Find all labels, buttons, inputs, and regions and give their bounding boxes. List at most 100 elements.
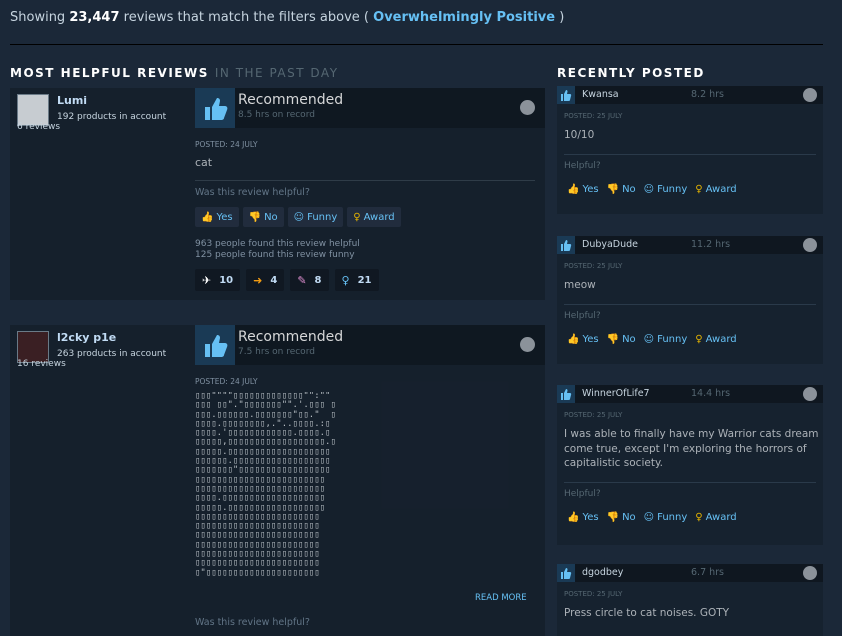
recent-review-header[interactable]: DubyaDude 11.2 hrs [557, 236, 823, 254]
awards-row: ✈ 10 ➜ 4 ✎ 8 ♀ 21 [195, 269, 379, 291]
recent-review-header[interactable]: WinnerOfLife7 14.4 hrs [557, 385, 823, 403]
no-button[interactable]: 👎 No [607, 184, 636, 195]
no-button[interactable]: 👎 No [607, 512, 636, 523]
yes-button[interactable]: 👍 Yes [567, 184, 599, 195]
vote-buttons: 👍 Yes 👎 No ☺ Funny ♀ Award [567, 184, 737, 195]
hours-on-record: 7.5 hrs on record [238, 347, 315, 357]
divider [564, 304, 816, 305]
no-label: No [264, 211, 278, 223]
read-more-link[interactable]: READ MORE [475, 593, 527, 603]
recent-hours: 14.4 hrs [691, 388, 731, 399]
author-name[interactable]: Lumi [57, 94, 87, 107]
section-subtitle: IN THE PAST DAY [214, 66, 339, 80]
posted-date: POSTED: 25 JULY [564, 112, 623, 120]
yes-button[interactable]: 👍 Yes [567, 512, 599, 523]
recent-review-header[interactable]: dgodbey 6.7 hrs [557, 564, 823, 582]
funny-label: Funny [657, 184, 688, 195]
award-label: Award [705, 512, 737, 523]
recent-review-card: DubyaDude 11.2 hrs POSTED: 25 JULY meow … [557, 236, 823, 364]
recent-review-card: WinnerOfLife7 14.4 hrs POSTED: 25 JULY I… [557, 385, 823, 545]
recent-review-card: Kwansa 8.2 hrs POSTED: 25 JULY 10/10 Hel… [557, 86, 823, 214]
no-button[interactable]: 👎 No [242, 207, 284, 227]
section-title: RECENTLY POSTED [557, 66, 705, 80]
recent-hours: 8.2 hrs [691, 89, 725, 100]
author-name[interactable]: l2cky p1e [57, 331, 116, 344]
review-text: cat [195, 156, 213, 169]
helpful-question: Was this review helpful? [195, 187, 310, 198]
award-count: 8 [314, 274, 322, 286]
award-icon: ♀ [353, 211, 361, 223]
vote-buttons: 👍 Yes 👎 No ☺ Funny ♀ Award [195, 207, 401, 227]
vote-buttons: 👍 Yes 👎 No ☺ Funny ♀ Award [567, 512, 737, 523]
products-count[interactable]: 263 products in account [57, 349, 166, 359]
thumbs-up-icon: 👍 [567, 334, 580, 345]
award-count: 10 [219, 274, 234, 286]
award-badge[interactable]: ➜ 4 [246, 269, 285, 291]
yes-button[interactable]: 👍 Yes [567, 334, 599, 345]
thumbs-down-icon: 👎 [606, 512, 620, 523]
thumbs-up-icon: 👍 [567, 184, 580, 195]
divider [10, 44, 823, 45]
ascii-art: ▯▯▯""""▯▯▯▯▯▯▯▯▯▯▯▯▯"":"" ▯▯▯ ▯▯"."▯▯▯▯▯… [195, 392, 336, 578]
recent-author-name[interactable]: dgodbey [582, 567, 623, 578]
funny-button[interactable]: ☺ Funny [287, 207, 344, 227]
thumbs-up-icon [557, 385, 575, 403]
thumbs-up-icon [557, 86, 575, 104]
thumbs-down-icon: 👎 [248, 211, 262, 223]
award-button[interactable]: ♀ Award [695, 512, 736, 523]
thumbs-down-icon: 👎 [606, 184, 620, 195]
award-button[interactable]: ♀ Award [695, 184, 736, 195]
funny-button[interactable]: ☺ Funny [644, 512, 688, 523]
award-badge[interactable]: ✎ 8 [290, 269, 329, 291]
section-title: MOST HELPFUL REVIEWS [10, 66, 209, 80]
yes-label: Yes [582, 334, 599, 345]
recent-review-card: dgodbey 6.7 hrs POSTED: 25 JULY Press ci… [557, 564, 823, 636]
thumbs-up-icon: 👍 [567, 512, 580, 523]
vote-header[interactable]: Recommended 8.5 hrs on record [195, 88, 545, 128]
funny-button[interactable]: ☺ Funny [644, 184, 688, 195]
award-button[interactable]: ♀ Award [695, 334, 736, 345]
products-count[interactable]: 192 products in account [57, 112, 166, 122]
found-helpful: 963 people found this review helpful 125… [195, 239, 360, 261]
helpful-question: Helpful? [564, 489, 601, 499]
most-helpful-heading: MOST HELPFUL REVIEWS IN THE PAST DAY [10, 66, 339, 80]
scroll-icon: ✎ [297, 273, 307, 287]
yes-label: Yes [582, 512, 599, 523]
review-text: I was able to finally have my Warrior ca… [564, 428, 819, 469]
recent-author-name[interactable]: DubyaDude [582, 239, 638, 250]
vote-header[interactable]: Recommended 7.5 hrs on record [195, 325, 545, 365]
helpful-question: Helpful? [564, 161, 601, 171]
award-button[interactable]: ♀ Award [347, 207, 401, 227]
vote-buttons: 👍 Yes 👎 No ☺ Funny ♀ Award [567, 334, 737, 345]
award-badge[interactable]: ✈ 10 [195, 269, 241, 291]
divider [564, 154, 816, 155]
award-icon: ♀ [695, 334, 703, 345]
reviews-count[interactable]: 6 reviews [17, 122, 60, 132]
funny-button[interactable]: ☺ Funny [644, 334, 688, 345]
rating-link[interactable]: Overwhelmingly Positive [373, 10, 555, 25]
helpful-question: Was this review helpful? [195, 617, 310, 628]
posted-date: POSTED: 25 JULY [564, 411, 623, 419]
funny-label: Funny [657, 334, 688, 345]
summary-prefix: Showing [10, 10, 66, 25]
smiley-icon: ☺ [293, 211, 305, 223]
steam-icon [803, 387, 817, 401]
review-card: Lumi 192 products in account 6 reviews R… [10, 88, 545, 300]
thumbs-down-icon: 👎 [606, 334, 620, 345]
no-button[interactable]: 👎 No [607, 334, 636, 345]
yes-button[interactable]: 👍 Yes [195, 207, 239, 227]
award-badge[interactable]: ♀ 21 [334, 269, 379, 291]
recent-author-name[interactable]: WinnerOfLife7 [582, 388, 650, 399]
award-label: Award [363, 211, 395, 223]
recent-review-header[interactable]: Kwansa 8.2 hrs [557, 86, 823, 104]
award-icon: ♀ [695, 512, 703, 523]
review-summary: Showing 23,447 reviews that match the fi… [10, 10, 564, 25]
recent-author-name[interactable]: Kwansa [582, 89, 619, 100]
verdict-title: Recommended [238, 92, 344, 108]
verdict-title: Recommended [238, 329, 344, 345]
review-text: meow [564, 279, 596, 291]
review-text: 10/10 [564, 129, 595, 141]
steam-icon [520, 337, 535, 352]
steam-icon [803, 238, 817, 252]
reviews-count[interactable]: 16 reviews [17, 359, 66, 369]
